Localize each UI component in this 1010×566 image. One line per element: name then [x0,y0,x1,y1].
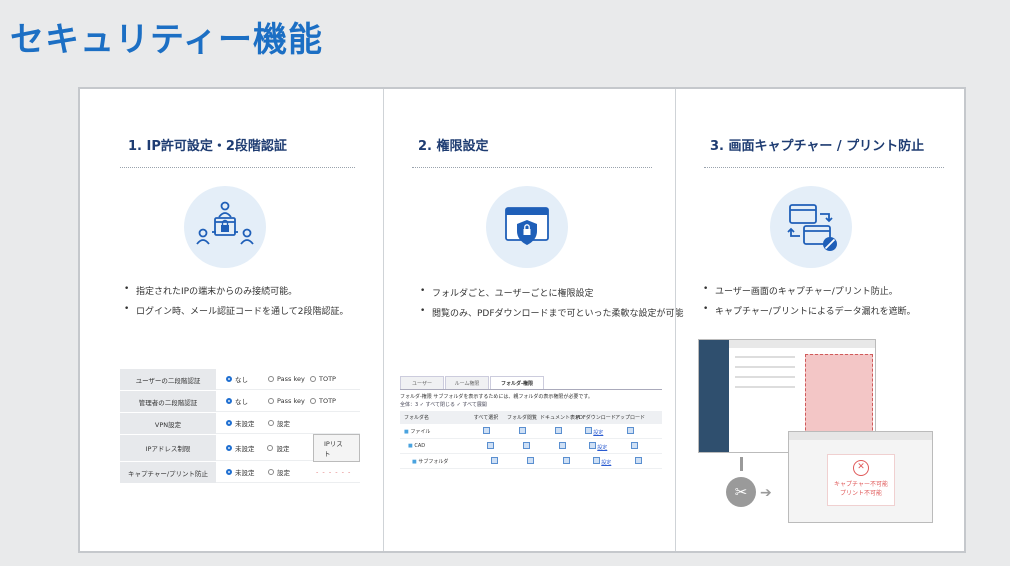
radio-button[interactable] [226,444,232,451]
ip-list-button[interactable]: IPリスト [312,433,360,462]
radio-button[interactable] [268,376,274,382]
checkbox[interactable] [630,441,638,449]
radio-option[interactable]: Pass key [268,375,310,383]
radio-button[interactable] [268,398,274,404]
radio-option[interactable]: 未設定 [226,418,268,428]
checkbox[interactable] [588,441,596,449]
tab-folder-permissions[interactable]: フォルダ-権限 [490,376,544,389]
table-row: ■ ファイル 設定 [400,424,662,439]
radio-option[interactable]: TOTP [310,375,352,383]
table-row: ユーザーの二段階認証 なし Pass key TOTP [120,369,360,391]
divider [704,167,944,168]
feature-list: 指定されたIPの端末からのみ接続可能。 ログイン時、メール認証コードを通して2段… [124,284,348,324]
list-item: キャプチャー/プリントによるデータ漏れを遮断。 [703,304,916,317]
tab-bar: ユーザー ルーム権限 フォルダ-権限 [400,376,662,390]
radio-button[interactable] [226,469,232,475]
section-heading: 3. 画面キャプチャー / プリント防止 [710,139,925,154]
table-row: キャプチャー/プリント防止 未設定 設定 - - - - - - [120,462,360,484]
screen-block-icon [770,186,852,268]
table-row: VPN設定 未設定 設定 [120,413,360,435]
scissors-icon: ✂ [726,477,756,507]
radio-button[interactable] [226,398,232,404]
radio-button[interactable] [268,469,274,475]
feature-panel: 1. IP許可設定・2段階認証 • 指定されたIPの端末からのみ接続可能。 • … [78,87,966,553]
radio-button[interactable] [226,376,232,382]
radio-option[interactable]: 設定 [268,467,310,477]
radio-button[interactable] [268,420,274,426]
checkbox[interactable] [518,426,526,434]
screenshot-blocked-window: ✕ キャプチャー不可能 プリント不可能 [788,431,933,523]
feature-list: フォルダごと、ユーザーごとに権限設定 閲覧のみ、PDFダウンロードまで可といった… [420,286,684,326]
radio-button[interactable] [226,420,232,426]
table-header: フォルダ名 すべて選択 フォルダ閲覧 ドキュメント表示 PDFダウンロード アッ… [400,411,662,424]
tab-user[interactable]: ユーザー [400,376,444,389]
settings-link[interactable]: 設定 [593,430,603,436]
tab-room-permissions[interactable]: ルーム権限 [445,376,489,389]
shield-lock-icon [486,186,568,268]
capture-blocked-notice: ✕ キャプチャー不可能 プリント不可能 [827,454,895,506]
radio-option[interactable]: 設定 [268,418,310,428]
checkbox[interactable] [634,456,642,464]
table-row: ■ サブフォルダ 設定 [400,454,662,469]
radio-option[interactable]: なし [226,374,268,384]
setting-label: IPアドレス制限 [120,435,216,461]
section-capture-prevention: 3. 画面キャプチャー / プリント防止 ユーザー画面のキャプチャー/プ [675,89,967,551]
list-item: ログイン時、メール認証コードを通して2段階認証。 [124,304,348,317]
section-ip-auth: 1. IP許可設定・2段階認証 • 指定されたIPの端末からのみ接続可能。 • … [80,89,383,551]
section-permissions: 2. 権限設定 フォルダごと、ユーザーごとに権限設定 閲覧のみ、PDFダウンロー… [383,89,684,551]
settings-link[interactable]: 設定 [597,445,607,451]
radio-option[interactable]: 未設定 [226,443,267,453]
checkbox[interactable] [562,456,570,464]
user-lock-icon [184,186,266,268]
section-heading: 1. IP許可設定・2段階認証 [128,139,287,154]
checkbox[interactable] [486,441,494,449]
table-row: IPアドレス制限 未設定 設定 IPリスト [120,433,360,462]
expand-controls[interactable]: 全体：3 ✓ すべて閉じる ✓ すべて展開 [400,401,662,411]
permission-table: ユーザー ルーム権限 フォルダ-権限 フォルダ-権限 サブフォルダを表示するため… [400,376,662,469]
radio-option[interactable]: 設定 [267,443,308,453]
setting-label: 管理者の二段階認証 [120,391,216,412]
radio-option[interactable]: TOTP [310,397,352,405]
checkbox[interactable] [584,426,592,434]
radio-button[interactable] [310,398,316,404]
section-heading: 2. 権限設定 [418,139,489,154]
close-circle-icon: ✕ [853,460,869,476]
feature-list: ユーザー画面のキャプチャー/プリント防止。 キャプチャー/プリントによるデータ漏… [703,284,916,324]
list-item: ユーザー画面のキャプチャー/プリント防止。 [703,284,916,297]
radio-option[interactable]: なし [226,396,268,406]
list-item: フォルダごと、ユーザーごとに権限設定 [420,286,684,299]
checkbox[interactable] [482,426,490,434]
list-item: 閲覧のみ、PDFダウンロードまで可といった柔軟な設定が可能 [420,306,684,319]
arrow-right-icon: ➔ [760,485,772,501]
setting-label: ユーザーの二段階認証 [120,369,216,390]
checkbox[interactable] [626,426,634,434]
radio-option[interactable]: 未設定 [226,467,268,477]
checkbox[interactable] [522,441,530,449]
settings-table: ユーザーの二段階認証 なし Pass key TOTP 管理者の二段階認証 なし… [120,369,360,484]
page-title: セキュリティー機能 [10,20,323,60]
divider [412,167,652,168]
checkbox[interactable] [554,426,562,434]
checkbox[interactable] [592,456,600,464]
checkbox[interactable] [490,456,498,464]
permission-note: フォルダ-権限 サブフォルダを表示するためには、親フォルダの表示権限が必要です。 [400,394,593,400]
setting-label: VPN設定 [120,413,216,434]
radio-option[interactable]: Pass key [268,397,310,405]
settings-link[interactable]: 設定 [601,460,611,466]
list-item: 指定されたIPの端末からのみ接続可能。 [124,284,348,297]
radio-button[interactable] [267,444,274,451]
checkbox[interactable] [558,441,566,449]
checkbox[interactable] [526,456,534,464]
radio-button[interactable] [310,376,316,382]
faded-note: - - - - - - [316,468,352,476]
divider [120,167,355,168]
setting-label: キャプチャー/プリント防止 [120,462,216,483]
table-row: ■ CAD 設定 [400,439,662,454]
table-row: 管理者の二段階認証 なし Pass key TOTP [120,391,360,413]
